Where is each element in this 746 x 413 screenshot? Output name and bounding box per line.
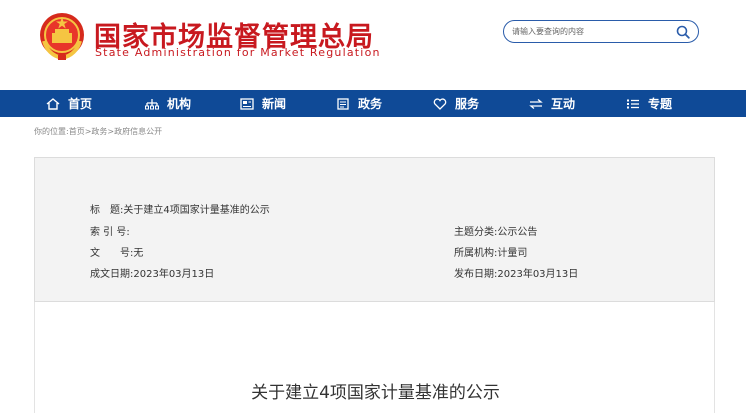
nav-label-interact: 互动 [551, 97, 576, 111]
nav-label-news: 新闻 [262, 97, 287, 111]
search-box [503, 20, 699, 43]
heart-icon [433, 97, 447, 110]
nav-label-topics: 专题 [648, 97, 673, 111]
nav-label-service: 服务 [455, 97, 480, 111]
info-created-label: 成文日期: [90, 269, 134, 280]
main-nav: 首页 机构 新闻 政务 服务 互动 专题 [0, 90, 746, 117]
info-dept-value: 计量司 [497, 248, 528, 259]
info-topic-label: 主题分类: [454, 227, 498, 238]
article-content: 关于建立4项国家计量基准的公示 [34, 302, 715, 413]
info-dept-label: 所属机构: [454, 248, 498, 259]
breadcrumb[interactable]: 你的位置:首页>政务>政府信息公开 [34, 126, 162, 137]
info-published-row: 发布日期:2023年03月13日 [454, 265, 578, 280]
info-title-row: 标 题:关于建立4项国家计量基准的公示 [90, 201, 270, 216]
nav-item-interact[interactable]: 互动 [529, 90, 575, 117]
site-subtitle: State Administration for Market Regulati… [95, 46, 381, 59]
info-title-value: 关于建立4项国家计量基准的公示 [123, 205, 270, 216]
article-title: 关于建立4项国家计量基准的公示 [251, 383, 500, 403]
search-icon[interactable] [676, 25, 690, 39]
nav-label-affairs: 政务 [358, 97, 383, 111]
interact-icon [529, 98, 543, 109]
info-created-value: 2023年03月13日 [133, 269, 215, 280]
info-topic-value: 公示公告 [497, 227, 538, 238]
info-published-label: 发布日期: [454, 269, 498, 280]
info-index-label: 索 引 号: [90, 227, 130, 238]
list-icon [627, 99, 639, 108]
nav-item-home[interactable]: 首页 [46, 90, 92, 117]
info-dept-row: 所属机构:计量司 [454, 244, 527, 259]
document-info-box: 标 题:关于建立4项国家计量基准的公示 索 引 号: 文 号:无 成文日期:20… [34, 157, 715, 302]
info-doc-value: 无 [133, 248, 144, 259]
nav-item-topics[interactable]: 专题 [626, 90, 672, 117]
nav-item-org[interactable]: 机构 [145, 90, 191, 117]
org-icon [145, 98, 159, 109]
news-icon [240, 97, 254, 110]
national-emblem-icon[interactable] [38, 11, 86, 61]
info-published-value: 2023年03月13日 [497, 269, 579, 280]
affairs-icon [337, 97, 349, 110]
nav-label-home: 首页 [68, 97, 93, 111]
search-input[interactable] [512, 24, 672, 39]
info-doc-label: 文 号: [90, 248, 134, 259]
info-index-row: 索 引 号: [90, 223, 130, 238]
info-topic-row: 主题分类:公示公告 [454, 223, 537, 238]
nav-item-service[interactable]: 服务 [433, 90, 479, 117]
nav-item-news[interactable]: 新闻 [240, 90, 286, 117]
info-doc-row: 文 号:无 [90, 244, 143, 259]
nav-item-affairs[interactable]: 政务 [336, 90, 382, 117]
site-header: 国家市场监督管理总局 State Administration for Mark… [0, 0, 746, 90]
home-icon [46, 97, 60, 110]
info-created-row: 成文日期:2023年03月13日 [90, 265, 214, 280]
nav-label-org: 机构 [167, 97, 192, 111]
info-title-label: 标 题: [90, 205, 124, 216]
